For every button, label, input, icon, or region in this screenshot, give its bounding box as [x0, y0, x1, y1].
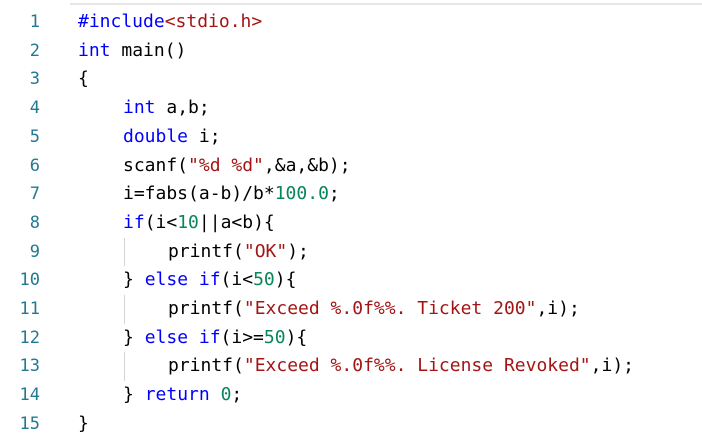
code-token: 50	[253, 269, 275, 291]
code-line[interactable]: }	[78, 410, 702, 439]
code-token: ,&a,&b);	[263, 154, 351, 176]
code-token: }	[123, 384, 145, 406]
code-line[interactable]: double i;	[78, 123, 702, 152]
code-token: ,i);	[536, 298, 580, 319]
code-token: "Exceed %.0f%%. License Revoked"	[243, 355, 591, 377]
code-line[interactable]: printf("Exceed %.0f%%. License Revoked",…	[78, 352, 702, 381]
code-token: ,i);	[590, 355, 634, 377]
line-number: 11	[19, 299, 40, 319]
code-token: 50	[263, 326, 286, 348]
code-token: }	[123, 269, 145, 291]
code-line[interactable]: scanf("%d %d",&a,&b);	[78, 152, 702, 181]
code-line[interactable]: } else if(i<50){	[78, 266, 702, 295]
code-token: 100.0	[274, 183, 329, 205]
code-token: ;	[328, 183, 340, 205]
code-token: int	[123, 97, 156, 119]
code-token: i;	[188, 125, 221, 147]
code-token: }	[78, 412, 89, 434]
line-number: 4	[29, 98, 40, 119]
code-line[interactable]: #include<stdio.h>	[78, 8, 702, 37]
code-line[interactable]: int main()	[78, 37, 702, 66]
code-line[interactable]: if(i<10||a<b){	[78, 209, 702, 238]
code-token: 10	[177, 211, 199, 233]
code-token: printf(	[168, 355, 244, 377]
code-token: double	[123, 125, 189, 147]
code-area[interactable]: #include<stdio.h> int main(){int a,b; doub…	[78, 0, 702, 445]
code-token: a,b;	[155, 97, 210, 119]
line-number: 14	[19, 385, 40, 406]
code-token: <stdio.h>	[164, 11, 263, 32]
line-number: 9	[29, 241, 40, 262]
code-token: printf(	[168, 240, 244, 262]
line-number: 8	[29, 212, 40, 233]
line-number: 7	[29, 184, 40, 205]
line-number: 1	[29, 12, 40, 32]
code-token: (i>=	[220, 326, 264, 348]
line-number: 13	[19, 356, 40, 377]
code-line[interactable]: int a,b;	[78, 94, 702, 123]
line-number: 3	[29, 69, 40, 90]
code-token: ;	[231, 384, 243, 406]
code-line[interactable]: i=fabs(a-b)/b*100.0;	[78, 180, 702, 209]
code-line[interactable]: printf("OK");	[78, 238, 702, 267]
code-line[interactable]: printf("Exceed %.0f%%. Ticket 200",i);	[78, 295, 702, 324]
code-token: "OK"	[243, 240, 288, 262]
code-token: return	[144, 384, 210, 406]
indent-guide	[124, 237, 125, 267]
line-number: 2	[29, 40, 40, 61]
code-token: main()	[110, 39, 187, 61]
code-token: }	[123, 326, 145, 348]
line-number: 15	[19, 413, 40, 434]
code-token: else if	[144, 326, 221, 348]
code-token: else if	[144, 269, 221, 291]
code-line[interactable]: } else if(i>=50){	[78, 324, 702, 353]
code-editor[interactable]: 1 2 3 4 5 6 7 8 9 10 11 12 13 14 15 #include<stdio.h> i…	[0, 0, 702, 445]
code-token: if	[123, 211, 145, 233]
code-token: printf(	[168, 298, 244, 319]
code-token: {	[78, 68, 89, 90]
code-token: int	[78, 39, 111, 61]
code-token: );	[287, 240, 309, 262]
code-line[interactable]: } return 0;	[78, 381, 702, 410]
code-token: ||a<b){	[198, 211, 275, 233]
indent-guide	[124, 295, 125, 324]
line-number-gutter: 1 2 3 4 5 6 7 8 9 10 11 12 13 14 15	[0, 0, 64, 445]
code-token: ){	[285, 326, 308, 348]
line-number: 10	[19, 270, 40, 291]
indent-guide	[124, 352, 125, 382]
line-number: 12	[19, 327, 40, 348]
code-token: "%d %d"	[188, 154, 264, 176]
code-token: (i<	[144, 211, 178, 233]
line-number: 6	[29, 155, 40, 176]
code-token: scanf(	[123, 154, 189, 176]
code-token: "Exceed %.0f%%. Ticket 200"	[243, 298, 537, 319]
code-line[interactable]: {	[78, 65, 702, 94]
code-token: #include	[78, 11, 165, 32]
line-number: 5	[29, 126, 40, 147]
code-token: 0	[220, 384, 232, 406]
code-token: (i<	[220, 269, 254, 291]
code-token: ){	[274, 269, 297, 291]
code-token: i=fabs(a-b)/b*	[123, 183, 275, 205]
